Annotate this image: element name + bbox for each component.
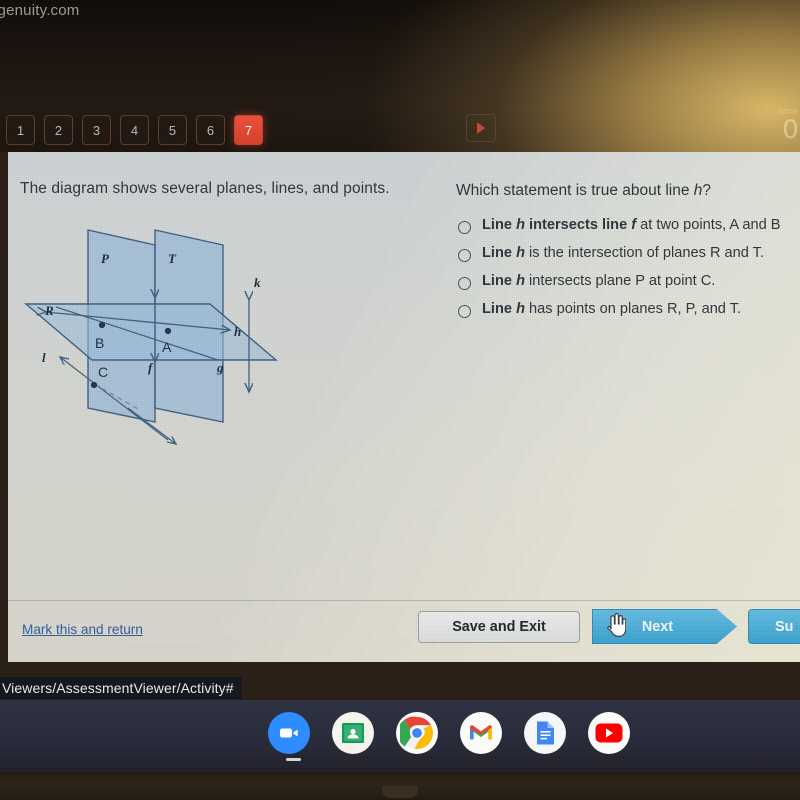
answer-option-label-d: Line h has points on planes R, P, and T. bbox=[482, 301, 742, 317]
shelf-item-docs[interactable] bbox=[524, 712, 566, 754]
point-A-label: A bbox=[162, 339, 172, 355]
play-arrow-icon bbox=[477, 122, 485, 134]
submit-button[interactable]: Su bbox=[748, 609, 800, 644]
radio-button-a[interactable] bbox=[458, 221, 471, 234]
hand-pointer-cursor-icon bbox=[607, 612, 626, 637]
answer-option-a[interactable]: Line h intersects line f at two points, … bbox=[458, 217, 800, 245]
answer-option-d[interactable]: Line h has points on planes R, P, and T. bbox=[458, 301, 800, 329]
zoom-camera-icon bbox=[280, 728, 298, 738]
plane-R-label: R bbox=[44, 303, 54, 318]
google-docs-icon bbox=[536, 721, 554, 745]
plane-P-label: P bbox=[101, 251, 110, 266]
navigator-item-6[interactable]: 6 bbox=[196, 115, 225, 145]
navigator-item-3[interactable]: 3 bbox=[82, 115, 111, 145]
radio-button-b[interactable] bbox=[458, 249, 471, 262]
diagram-svg: P T R B A C k h g f l bbox=[24, 229, 278, 472]
navigator-next-page-button[interactable] bbox=[466, 114, 496, 142]
browser-status-url: Viewers/AssessmentViewer/Activity# bbox=[0, 677, 242, 699]
stem-prefix: Which statement is true about line bbox=[456, 182, 694, 199]
shelf-item-youtube[interactable] bbox=[588, 712, 630, 754]
chrome-active-indicator bbox=[286, 758, 301, 761]
stem-suffix: ? bbox=[702, 182, 712, 199]
address-bar-text[interactable]: lgenuity.com bbox=[0, 2, 80, 19]
plane-T-label: T bbox=[168, 251, 177, 266]
line-h-label: h bbox=[234, 324, 241, 339]
navigator-item-4[interactable]: 4 bbox=[120, 115, 149, 145]
google-classroom-icon bbox=[342, 723, 364, 743]
chrome-icon bbox=[400, 716, 433, 749]
answer-option-b[interactable]: Line h is the intersection of planes R a… bbox=[458, 245, 800, 273]
youtube-icon bbox=[595, 723, 623, 743]
browser-chrome-area: lgenuity.com 1234567 time 0 bbox=[0, 0, 800, 152]
save-and-exit-button[interactable]: Save and Exit bbox=[418, 611, 580, 643]
answer-option-label-b: Line h is the intersection of planes R a… bbox=[482, 245, 765, 261]
answer-option-label-c: Line h intersects plane P at point C. bbox=[482, 273, 716, 289]
point-C-label: C bbox=[98, 364, 108, 380]
shelf-item-gmail[interactable] bbox=[460, 712, 502, 754]
line-l-label: l bbox=[42, 350, 46, 365]
point-B-label: B bbox=[95, 335, 104, 351]
question-stem: Which statement is true about line h? bbox=[456, 182, 711, 200]
geometry-diagram: P T R B A C k h g f l bbox=[18, 212, 318, 472]
navigator-item-2[interactable]: 2 bbox=[44, 115, 73, 145]
line-g-label: g bbox=[216, 360, 224, 375]
line-k-label: k bbox=[254, 275, 261, 290]
shelf-item-zoom[interactable] bbox=[268, 712, 310, 754]
question-prompt: The diagram shows several planes, lines,… bbox=[20, 180, 390, 197]
assessment-page: The diagram shows several planes, lines,… bbox=[8, 152, 800, 662]
laptop-deck-notch bbox=[382, 786, 418, 798]
answer-option-label-a: Line h intersects line f at two points, … bbox=[482, 217, 781, 233]
answer-options: Line h intersects line f at two points, … bbox=[458, 217, 800, 329]
shelf-item-chrome[interactable] bbox=[396, 712, 438, 754]
navigator-item-5[interactable]: 5 bbox=[158, 115, 187, 145]
point-C-dot bbox=[90, 381, 98, 389]
radio-button-c[interactable] bbox=[458, 277, 471, 290]
question-navigator: 1234567 bbox=[0, 112, 263, 148]
point-B-dot bbox=[98, 321, 106, 329]
shelf-item-classroom[interactable] bbox=[332, 712, 374, 754]
navigator-item-7[interactable]: 7 bbox=[234, 115, 263, 145]
gmail-icon bbox=[470, 725, 492, 740]
timer-value: 0 bbox=[782, 114, 798, 144]
laptop-photo: lgenuity.com 1234567 time 0 The diagram … bbox=[0, 0, 800, 800]
timer: time 0 bbox=[779, 106, 798, 144]
radio-button-d[interactable] bbox=[458, 305, 471, 318]
shelf-app-icons bbox=[268, 712, 630, 754]
navigator-item-1[interactable]: 1 bbox=[6, 115, 35, 145]
point-A-dot bbox=[164, 327, 172, 335]
mark-this-and-return-link[interactable]: Mark this and return bbox=[22, 622, 143, 637]
answer-option-c[interactable]: Line h intersects plane P at point C. bbox=[458, 273, 800, 301]
footer-divider bbox=[8, 600, 800, 601]
